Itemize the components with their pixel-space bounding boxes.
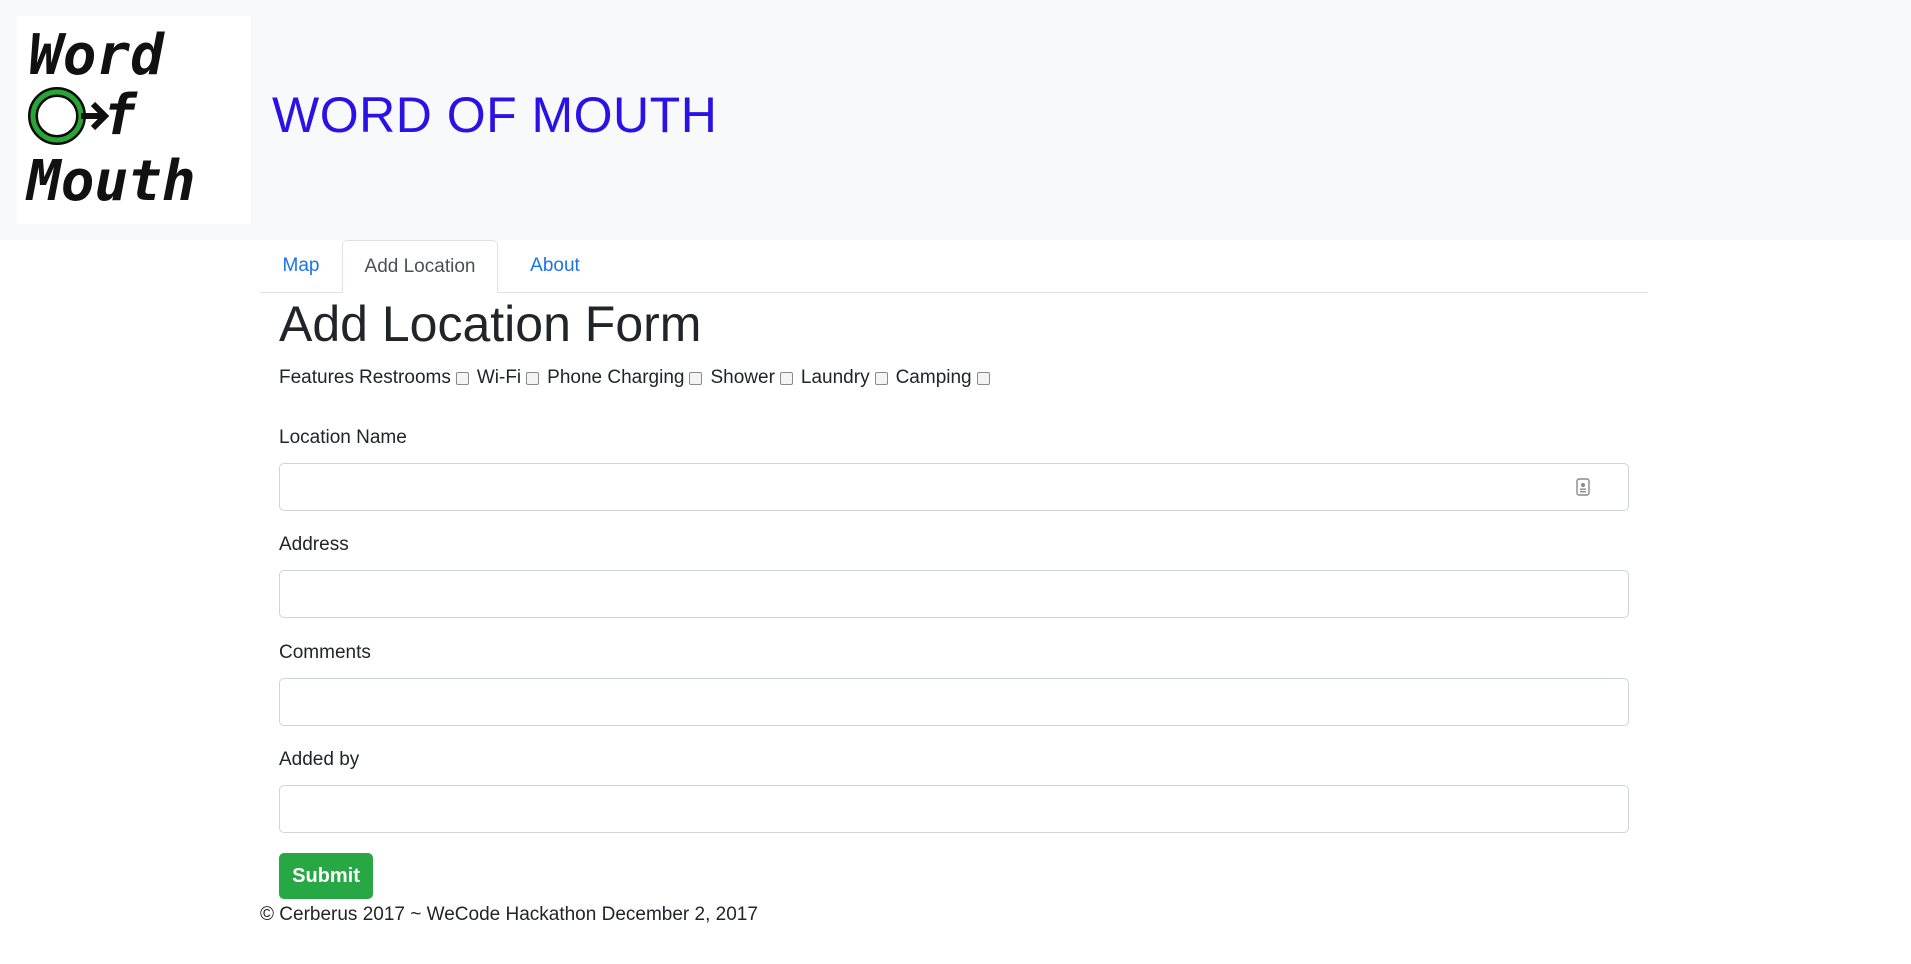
submit-button[interactable]: Submit: [279, 853, 373, 899]
feature-label-laundry: Laundry: [800, 367, 870, 388]
feature-label-shower: Shower: [710, 367, 775, 388]
feature-label-camping: Camping: [895, 367, 972, 388]
logo-graphic: Word f Mouth: [25, 23, 196, 214]
footer-text: © Cerberus 2017 ~ WeCode Hackathon Decem…: [260, 904, 758, 925]
tab-add-location[interactable]: Add Location: [342, 240, 498, 293]
site-title: WORD OF MOUTH: [272, 87, 718, 143]
comments-label: Comments: [279, 642, 371, 663]
tab-map[interactable]: Map: [260, 240, 342, 292]
added-by-label: Added by: [279, 749, 360, 770]
location-name-input[interactable]: [279, 463, 1629, 511]
checkbox-shower[interactable]: [779, 371, 793, 385]
checkbox-camping[interactable]: [976, 371, 990, 385]
site-logo: Word f Mouth: [17, 16, 251, 224]
features-label: Features: [279, 367, 354, 388]
checkbox-laundry[interactable]: [874, 371, 888, 385]
location-name-label: Location Name: [279, 427, 407, 448]
logo-word-text: Word: [29, 23, 165, 88]
checkbox-wifi[interactable]: [526, 371, 540, 385]
features-row: Features Restrooms Wi-Fi Phone Charging …: [279, 364, 998, 392]
nav-tabs: Map Add Location About: [260, 240, 1648, 293]
feature-label-restrooms: Restrooms: [358, 367, 451, 388]
page-title: Add Location Form: [279, 296, 702, 352]
address-label: Address: [279, 534, 349, 555]
address-input[interactable]: [279, 570, 1629, 618]
site-header: Word f Mouth WORD OF MOUTH: [0, 0, 1911, 240]
logo-mouth-text: Mouth: [25, 149, 196, 214]
tab-about[interactable]: About: [500, 240, 610, 292]
checkbox-phone-charging[interactable]: [689, 371, 703, 385]
logo-of-text: f: [103, 83, 138, 148]
added-by-input[interactable]: [279, 785, 1629, 833]
contact-card-icon[interactable]: [1576, 478, 1590, 496]
checkbox-restrooms[interactable]: [455, 371, 469, 385]
feature-label-wifi: Wi-Fi: [476, 367, 522, 388]
comments-input[interactable]: [279, 678, 1629, 726]
feature-label-phone-charging: Phone Charging: [547, 367, 685, 388]
